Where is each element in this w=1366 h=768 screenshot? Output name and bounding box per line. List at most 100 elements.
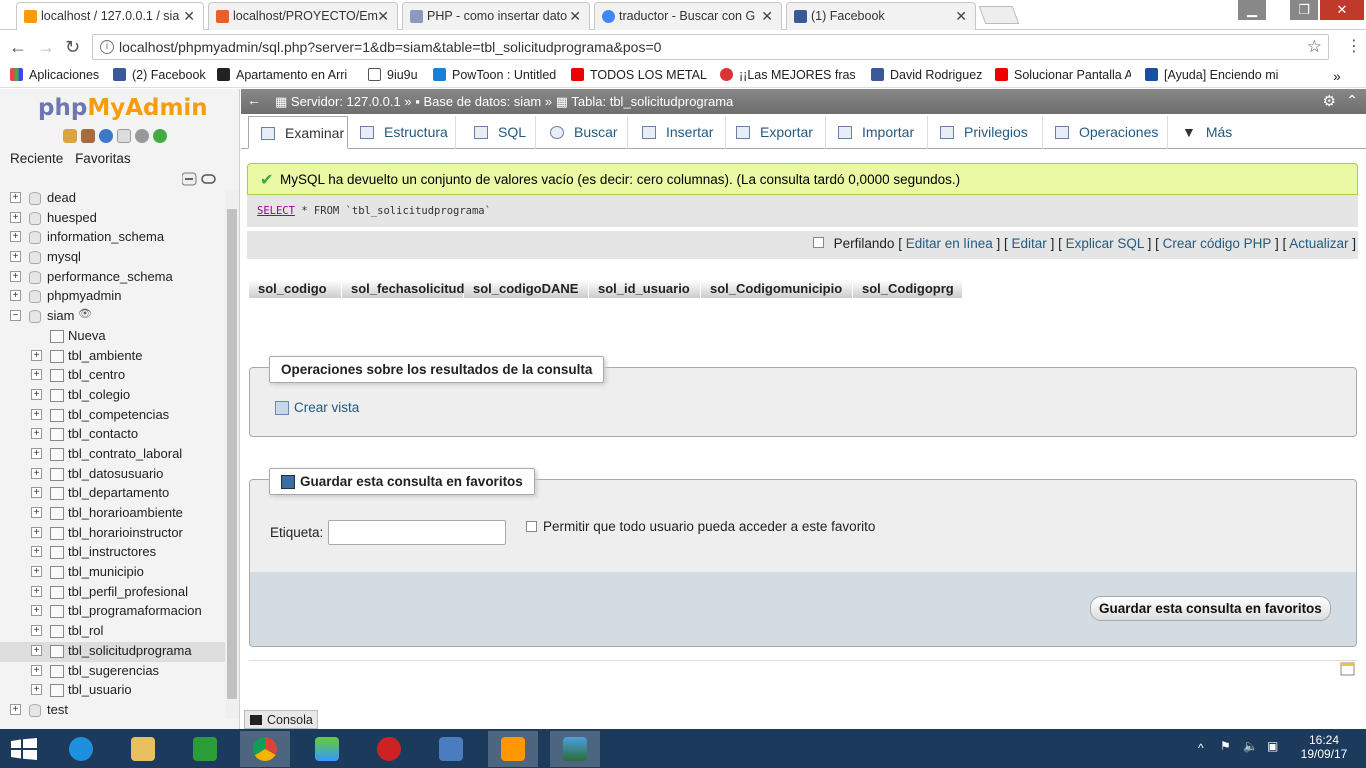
tree-table-tbl-colegio[interactable]: + tbl_colegio [0,386,226,406]
create-php-code-link[interactable]: Crear código PHP [1163,236,1272,251]
close-icon[interactable]: ✕ [183,8,195,25]
tree-database-phpmyadmin[interactable]: + phpmyadmin [0,287,226,307]
tree-database-dead[interactable]: + dead [0,189,226,209]
expand-node-icon[interactable]: + [10,231,21,243]
expand-node-icon[interactable]: + [31,428,42,440]
tree-table-tbl-programaformacion[interactable]: + tbl_programaformacion [0,602,226,622]
tree-database-huesped[interactable]: + huesped [0,209,226,229]
database-icon[interactable] [29,703,41,717]
table-icon[interactable] [50,408,64,422]
database-icon[interactable] [29,270,41,284]
tree-table-tbl-horarioinstructor[interactable]: + tbl_horarioinstructor [0,524,226,544]
bookmark-9iu9u[interactable]: 9iu9u [368,68,418,82]
table-icon[interactable] [50,585,64,599]
tab-recent[interactable]: Reciente [10,151,63,166]
browser-tab-facebook[interactable]: (1) Facebook ✕ [786,2,976,30]
edit-inline-link[interactable]: Editar en línea [906,236,993,251]
bookmark-ayuda[interactable]: [Ayuda] Enciendo mi [1145,68,1279,82]
edit-link[interactable]: Editar [1012,236,1047,251]
database-icon[interactable] [29,251,41,265]
tree-table-tbl-datosusuario[interactable]: + tbl_datosusuario [0,465,226,485]
column-header[interactable]: sol_id_usuario [589,280,701,298]
tab-privilegios[interactable]: Privilegios [928,116,1043,149]
expand-node-icon[interactable]: + [31,369,42,381]
expand-node-icon[interactable]: + [31,625,42,637]
tree-table-tbl-departamento[interactable]: + tbl_departamento [0,484,226,504]
tree-database-mysql[interactable]: + mysql [0,248,226,268]
tab-examinar[interactable]: Examinar [248,116,348,149]
close-icon[interactable]: ✕ [569,8,581,25]
expand-node-icon[interactable]: + [10,290,21,302]
database-icon[interactable] [29,290,41,304]
breadcrumb-server[interactable]: Servidor: 127.0.0.1 » [291,94,412,109]
bookmark-solucionar[interactable]: Solucionar Pantalla A [995,68,1131,82]
taskbar-network[interactable] [426,731,476,767]
refresh-link[interactable]: Actualizar [1289,236,1348,251]
tree-table-tbl-solicitudprograma[interactable]: + tbl_solicitudprograma [0,641,226,662]
expand-node-icon[interactable]: + [31,566,42,578]
database-icon[interactable] [29,310,41,324]
tab-mas[interactable]: ▼ Más [1168,116,1238,149]
maximize-icon[interactable]: ❐ [1290,0,1318,20]
tree-table-tbl-municipio[interactable]: + tbl_municipio [0,563,226,583]
console-toggle[interactable]: Consola [244,710,318,729]
bookmark-star-icon[interactable]: ☆ [1307,37,1322,57]
docs-icon[interactable] [117,129,131,143]
table-icon[interactable] [50,487,64,501]
expand-node-icon[interactable]: + [10,703,21,715]
browser-tab-traductor[interactable]: traductor - Buscar con G ✕ [594,2,782,30]
tree-database-siam[interactable]: − siam 👁 [0,307,226,327]
expand-node-icon[interactable]: + [31,349,42,361]
settings-gear-icon[interactable]: ⚙ [1323,92,1336,110]
window-close-icon[interactable]: ✕ [1320,0,1364,20]
tree-new-table[interactable]: Nueva [0,327,226,347]
nav-scroll-thumb[interactable] [227,209,237,699]
table-icon[interactable] [50,447,64,461]
settings-icon[interactable] [135,129,149,143]
tray-chevron-icon[interactable]: ^ [1198,741,1204,755]
breadcrumb-database[interactable]: Base de datos: siam » [423,94,552,109]
scroll-top-icon[interactable]: ⌃ [1346,92,1358,109]
tree-table-tbl-centro[interactable]: + tbl_centro [0,366,226,386]
table-icon[interactable] [50,566,64,580]
column-header[interactable]: sol_fechasolicitud [342,280,464,298]
browser-tab-phpmyadmin[interactable]: localhost / 127.0.0.1 / sia ✕ [16,2,204,30]
expand-node-icon[interactable]: + [31,447,42,459]
tree-table-tbl-rol[interactable]: + tbl_rol [0,622,226,642]
taskbar-store[interactable] [180,731,230,767]
tree-table-tbl-usuario[interactable]: + tbl_usuario [0,681,226,701]
browser-tab-proyecto[interactable]: localhost/PROYECTO/Em ✕ [208,2,398,30]
taskbar-bluestacks[interactable] [302,731,352,767]
expand-node-icon[interactable]: + [31,526,42,538]
browser-tab-php[interactable]: PHP - como insertar dato ✕ [402,2,590,30]
expand-node-icon[interactable]: + [31,388,42,400]
expand-node-icon[interactable]: + [31,605,42,617]
table-icon[interactable] [50,664,64,678]
tree-database-test[interactable]: + test [0,701,226,721]
taskbar-photos[interactable] [550,731,600,767]
tree-table-tbl-sugerencias[interactable]: + tbl_sugerencias [0,662,226,682]
taskbar-explorer[interactable] [118,731,168,767]
profiling-checkbox[interactable] [812,237,824,248]
save-bookmark-button[interactable]: Guardar esta consulta en favoritos [1090,596,1331,621]
collapse-node-icon[interactable]: − [10,310,21,322]
taskbar-sublime[interactable] [488,731,538,767]
info-icon[interactable]: i [100,40,114,54]
database-icon[interactable] [29,231,41,245]
show-hidden-icon[interactable]: 👁 [78,307,92,320]
logout-icon[interactable] [81,129,95,143]
expand-node-icon[interactable]: + [31,585,42,597]
more-bookmarks-icon[interactable]: » [1333,68,1341,84]
help-icon[interactable] [99,129,113,143]
tree-table-tbl-perfil-profesional[interactable]: + tbl_perfil_profesional [0,583,226,603]
tab-exportar[interactable]: Exportar [726,116,826,149]
column-header[interactable]: sol_Codigoprg [853,280,963,298]
address-bar[interactable]: i localhost/phpmyadmin/sql.php?server=1&… [92,34,1329,60]
new-tab-button[interactable] [978,6,1020,24]
bookmark-apartamento[interactable]: Apartamento en Arri [217,68,355,82]
sql-keyword-select[interactable]: SELECT [257,205,295,217]
bookmark-apps[interactable]: Aplicaciones [10,68,99,82]
table-icon[interactable] [50,625,64,639]
tray-volume-icon[interactable]: 🔈 [1243,739,1258,753]
expand-node-icon[interactable]: + [31,684,42,696]
